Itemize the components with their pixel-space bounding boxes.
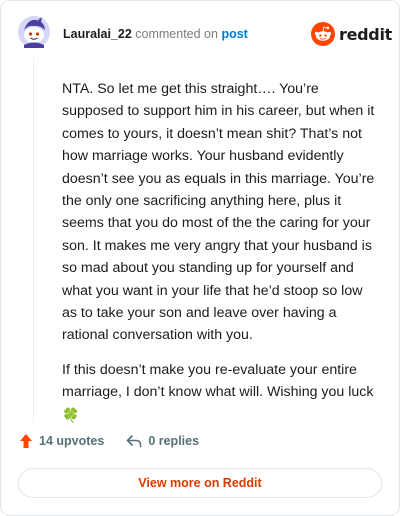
comment-header: Lauralai_22 commented on post (63, 27, 248, 41)
comment-paragraph-1: NTA. So let me get this straight…. You’r… (62, 81, 375, 344)
thread-line (33, 57, 34, 422)
reddit-snoo-icon (311, 22, 335, 46)
comment-actions: 14 upvotes 0 replies (19, 433, 221, 449)
reply-arrow-icon (127, 435, 142, 448)
user-avatar[interactable] (18, 16, 50, 48)
four-leaf-clover-emoji: 🍀 (62, 406, 80, 423)
upvote-arrow-icon (20, 434, 32, 448)
view-more-on-reddit-button[interactable]: View more on Reddit (18, 468, 382, 498)
upvote-button[interactable]: 14 upvotes (19, 433, 104, 449)
comment-embed-card: Lauralai_22 commented on post reddit NTA… (0, 0, 400, 516)
comment-paragraph-2: If this doesn’t make you re-evaluate you… (62, 359, 380, 427)
upvote-count: 14 upvotes (39, 434, 105, 448)
post-link[interactable]: post (221, 27, 247, 41)
comment-paragraph-2-text: If this doesn’t make you re-evaluate you… (62, 361, 374, 401)
commented-on-text: commented on (135, 27, 218, 41)
reddit-logo[interactable]: reddit (311, 20, 392, 48)
comment-body: NTA. So let me get this straight…. You’r… (62, 78, 380, 439)
reply-button[interactable]: 0 replies (126, 434, 199, 448)
username-link[interactable]: Lauralai_22 (63, 27, 132, 41)
reddit-wordmark: reddit (339, 24, 392, 44)
reply-count: 0 replies (148, 434, 200, 448)
